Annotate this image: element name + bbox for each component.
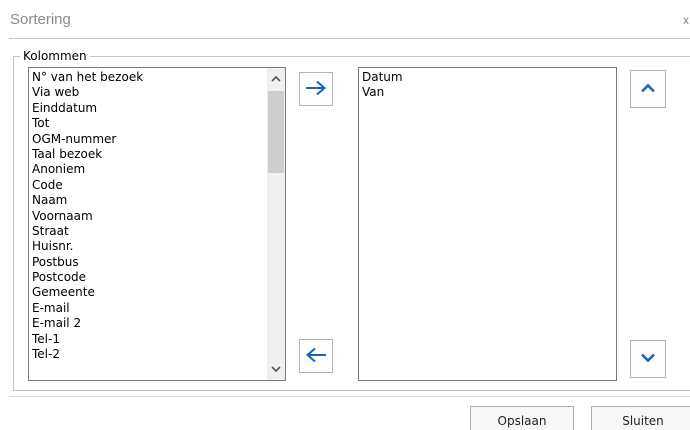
- scrollbar-thumb[interactable]: [268, 91, 284, 173]
- dialog-title: Sortering: [10, 11, 71, 28]
- chevron-up-icon: [640, 82, 656, 96]
- scroll-up-icon[interactable]: [267, 70, 285, 88]
- available-column-item[interactable]: Code: [29, 178, 143, 193]
- scroll-down-icon[interactable]: [267, 360, 285, 378]
- available-column-item[interactable]: E-mail: [29, 301, 143, 316]
- available-column-item[interactable]: OGM-nummer: [29, 132, 143, 147]
- sort-columns-list[interactable]: Datum Van: [358, 67, 617, 381]
- sort-column-item[interactable]: Van: [359, 85, 403, 100]
- available-column-item[interactable]: Voornaam: [29, 209, 143, 224]
- available-column-item[interactable]: Tot: [29, 116, 143, 131]
- available-column-item[interactable]: Postbus: [29, 255, 143, 270]
- available-column-item[interactable]: Einddatum: [29, 101, 143, 116]
- chevron-down-icon: [640, 352, 656, 366]
- sort-column-item[interactable]: Datum: [359, 70, 403, 85]
- footer-divider: [9, 396, 690, 397]
- available-column-item[interactable]: Naam: [29, 193, 143, 208]
- available-columns-list[interactable]: N° van het bezoek Via web Einddatum Tot OGM-…: [28, 67, 286, 381]
- move-up-button[interactable]: [630, 70, 666, 108]
- arrow-left-icon: [305, 347, 327, 366]
- close-icon[interactable]: x: [683, 13, 689, 27]
- available-columns-items: N° van het bezoek Via web Einddatum Tot OGM-…: [29, 70, 143, 362]
- remove-column-button[interactable]: [299, 339, 333, 373]
- add-column-button[interactable]: [299, 72, 333, 106]
- close-button[interactable]: Sluiten: [591, 406, 690, 430]
- available-column-item[interactable]: Via web: [29, 85, 143, 100]
- sort-columns-items: Datum Van: [359, 70, 403, 101]
- available-column-item[interactable]: Taal bezoek: [29, 147, 143, 162]
- available-column-item[interactable]: Huisnr.: [29, 239, 143, 254]
- save-button[interactable]: Opslaan: [470, 406, 574, 430]
- available-column-item[interactable]: N° van het bezoek: [29, 70, 143, 85]
- available-column-item[interactable]: Gemeente: [29, 285, 143, 300]
- title-divider: [9, 38, 690, 39]
- available-column-item[interactable]: Anoniem: [29, 162, 143, 177]
- available-column-item[interactable]: Tel-1: [29, 332, 143, 347]
- available-column-item[interactable]: E-mail 2: [29, 316, 143, 331]
- available-column-item[interactable]: Straat: [29, 224, 143, 239]
- available-columns-scrollbar[interactable]: [267, 68, 285, 380]
- available-column-item[interactable]: Postcode: [29, 270, 143, 285]
- columns-group-legend: Kolommen: [20, 49, 90, 63]
- move-down-button[interactable]: [630, 340, 666, 378]
- available-column-item[interactable]: Tel-2: [29, 347, 143, 362]
- arrow-right-icon: [305, 80, 327, 99]
